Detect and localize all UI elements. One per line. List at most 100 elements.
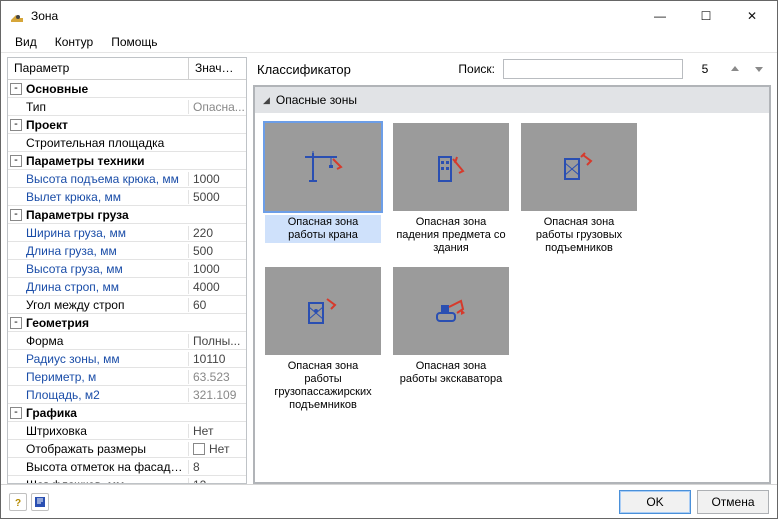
param-value[interactable]: Опасна... xyxy=(188,100,246,114)
param-value[interactable]: 1000 xyxy=(188,262,246,276)
param-value[interactable]: 500 xyxy=(188,244,246,258)
collapse-triangle-icon: ◢ xyxy=(263,95,270,106)
collapse-toggle[interactable]: - xyxy=(10,407,22,419)
param-row[interactable]: Угол между строп60 xyxy=(8,296,246,314)
classifier-bar: Классификатор Поиск: 5 xyxy=(253,57,771,85)
classifier-item[interactable]: Опасная зона падения предмета со здания xyxy=(393,123,509,257)
menubar: Вид Контур Помощь xyxy=(1,31,777,53)
param-value[interactable]: 1000 xyxy=(188,172,246,186)
item-thumbnail xyxy=(393,123,509,211)
titlebar: Зона — ☐ ✕ xyxy=(1,1,777,31)
param-row[interactable]: ФормаПолны... xyxy=(8,332,246,350)
window-title: Зона xyxy=(31,9,637,23)
param-value[interactable]: 12 xyxy=(188,478,246,484)
maximize-button[interactable]: ☐ xyxy=(683,1,729,31)
param-row[interactable]: ШтриховкаНет xyxy=(8,422,246,440)
param-group[interactable]: -Графика xyxy=(8,404,246,422)
param-group[interactable]: -Параметры техники xyxy=(8,152,246,170)
param-name: Ширина груза, мм xyxy=(8,226,188,240)
param-row[interactable]: Высота подъема крюка, мм1000 xyxy=(8,170,246,188)
close-button[interactable]: ✕ xyxy=(729,1,775,31)
classifier-item[interactable]: Опасная зона работы экскаватора xyxy=(393,267,509,414)
checkbox[interactable] xyxy=(193,443,205,455)
thumbnail-grid[interactable]: Опасная зона работы крана Опасная зона па… xyxy=(255,113,769,482)
content-area: Параметр Значен... -ОсновныеТипОпасна...… xyxy=(1,53,777,484)
item-label: Опасная зона работы грузовых подъемников xyxy=(521,215,637,257)
item-label: Опасная зона работы грузопассажирских по… xyxy=(265,359,381,414)
param-row[interactable]: Ширина груза, мм220 xyxy=(8,224,246,242)
classifier-panel: Классификатор Поиск: 5 ◢ Опасные зоны Оп… xyxy=(253,57,771,484)
param-value[interactable]: 321.109 xyxy=(188,388,246,402)
param-row[interactable]: Площадь, м2321.109 xyxy=(8,386,246,404)
param-row[interactable]: Радиус зоны, мм10110 xyxy=(8,350,246,368)
param-value[interactable]: 60 xyxy=(188,298,246,312)
param-value[interactable]: 220 xyxy=(188,226,246,240)
menu-view[interactable]: Вид xyxy=(7,33,45,51)
param-row[interactable]: Шаг флажков, мм12 xyxy=(8,476,246,483)
help-icon[interactable]: ? xyxy=(9,493,27,511)
ok-button[interactable]: OK xyxy=(619,490,691,514)
param-name: Угол между строп xyxy=(8,298,188,312)
group-label: Геометрия xyxy=(26,316,89,330)
search-label: Поиск: xyxy=(458,62,495,76)
search-input[interactable] xyxy=(503,59,683,79)
checkbox-label: Нет xyxy=(209,442,229,456)
classifier-item[interactable]: Опасная зона работы грузопассажирских по… xyxy=(265,267,381,414)
collapse-toggle[interactable]: - xyxy=(10,155,22,167)
param-row[interactable]: Длина груза, мм500 xyxy=(8,242,246,260)
menu-help[interactable]: Помощь xyxy=(103,33,165,51)
param-value[interactable]: 10110 xyxy=(188,352,246,366)
category-label: Опасные зоны xyxy=(276,93,357,107)
item-label: Опасная зона работы крана xyxy=(265,215,381,243)
group-label: Параметры техники xyxy=(26,154,145,168)
notes-icon[interactable] xyxy=(31,493,49,511)
param-group[interactable]: -Основные xyxy=(8,80,246,98)
param-row[interactable]: Вылет крюка, мм5000 xyxy=(8,188,246,206)
minimize-button[interactable]: — xyxy=(637,1,683,31)
group-label: Графика xyxy=(26,406,77,420)
param-row[interactable]: Длина строп, мм4000 xyxy=(8,278,246,296)
group-label: Проект xyxy=(26,118,68,132)
param-row[interactable]: Периметр, м63.523 xyxy=(8,368,246,386)
param-value[interactable]: 5000 xyxy=(188,190,246,204)
collapse-toggle[interactable]: - xyxy=(10,83,22,95)
classifier-item[interactable]: Опасная зона работы грузовых подъемников xyxy=(521,123,637,257)
param-row[interactable]: Высота груза, мм1000 xyxy=(8,260,246,278)
param-value[interactable]: 63.523 xyxy=(188,370,246,384)
param-row[interactable]: Строительная площадка xyxy=(8,134,246,152)
param-row[interactable]: ТипОпасна... xyxy=(8,98,246,116)
param-row[interactable]: Отображать размерыНет xyxy=(8,440,246,458)
param-group[interactable]: -Проект xyxy=(8,116,246,134)
param-value[interactable]: 4000 xyxy=(188,280,246,294)
param-name: Площадь, м2 xyxy=(8,388,188,402)
move-down-button[interactable] xyxy=(751,61,767,77)
param-name: Форма xyxy=(8,334,188,348)
param-name: Высота отметок на фасаде, мм xyxy=(8,460,188,474)
param-name: Периметр, м xyxy=(8,370,188,384)
param-group[interactable]: -Геометрия xyxy=(8,314,246,332)
param-value[interactable]: Нет xyxy=(188,424,246,438)
param-value[interactable]: Нет xyxy=(188,442,246,456)
item-thumbnail xyxy=(265,123,381,211)
parameter-header: Параметр Значен... xyxy=(8,58,246,80)
param-name: Шаг флажков, мм xyxy=(8,478,188,484)
group-label: Параметры груза xyxy=(26,208,129,222)
param-group[interactable]: -Параметры груза xyxy=(8,206,246,224)
collapse-toggle[interactable]: - xyxy=(10,317,22,329)
param-value[interactable]: Полны... xyxy=(188,334,246,348)
item-label: Опасная зона работы экскаватора xyxy=(393,359,509,387)
parameter-body[interactable]: -ОсновныеТипОпасна...-ПроектСтроительная… xyxy=(8,80,246,483)
classifier-box: ◢ Опасные зоны Опасная зона работы крана… xyxy=(253,85,771,484)
collapse-toggle[interactable]: - xyxy=(10,209,22,221)
category-header[interactable]: ◢ Опасные зоны xyxy=(255,87,769,113)
menu-contour[interactable]: Контур xyxy=(47,33,101,51)
classifier-item[interactable]: Опасная зона работы крана xyxy=(265,123,381,257)
param-row[interactable]: Высота отметок на фасаде, мм8 xyxy=(8,458,246,476)
svg-text:?: ? xyxy=(15,498,21,508)
collapse-toggle[interactable]: - xyxy=(10,119,22,131)
param-value[interactable]: 8 xyxy=(188,460,246,474)
cancel-button[interactable]: Отмена xyxy=(697,490,769,514)
move-up-button[interactable] xyxy=(727,61,743,77)
item-thumbnail xyxy=(393,267,509,355)
param-name: Высота груза, мм xyxy=(8,262,188,276)
